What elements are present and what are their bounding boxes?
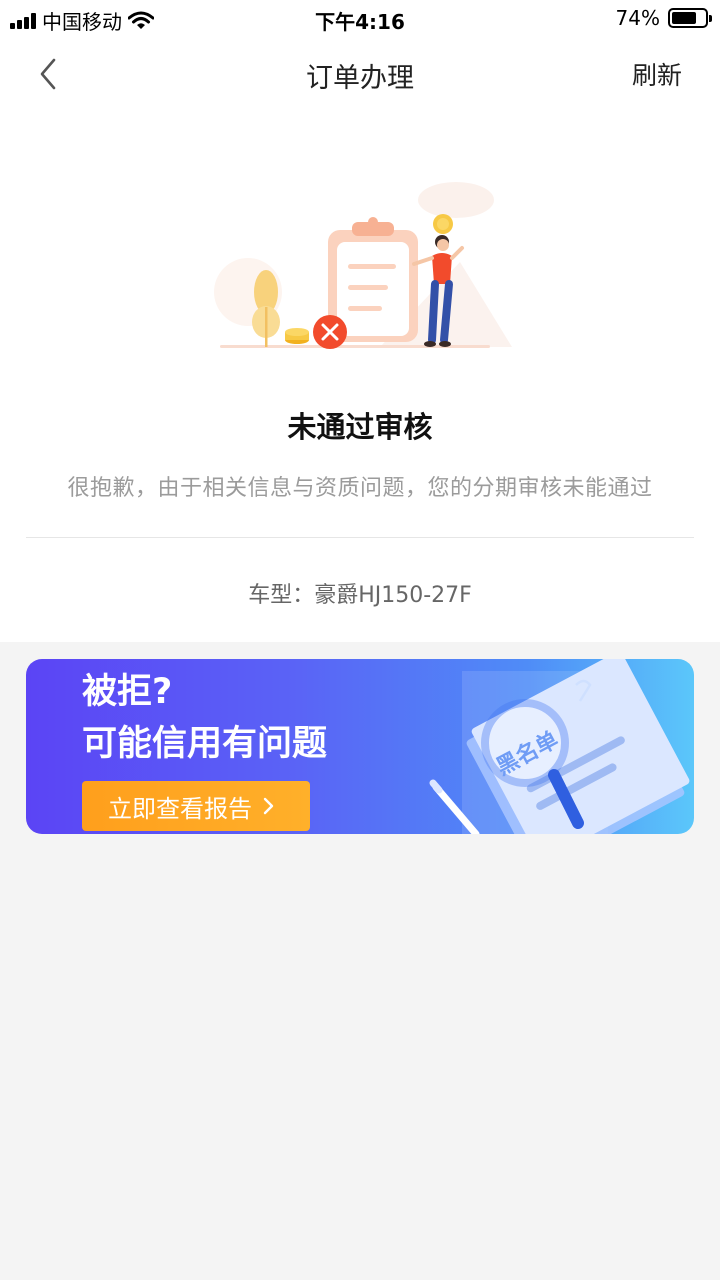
view-report-label: 立即查看报告 xyxy=(108,794,252,823)
view-report-button[interactable]: 立即查看报告 xyxy=(82,781,310,831)
result-title: 未通过审核 xyxy=(287,410,433,444)
chevron-right-icon xyxy=(263,797,274,815)
order-page: 中国移动 下午4:16 74% 订单办理 刷新 未通过审核 很抱歉，由于相关信息… xyxy=(0,0,720,1280)
result-description: 很抱歉，由于相关信息与资质问题，您的分期审核未能通过 xyxy=(67,476,653,501)
credit-report-banner[interactable]: 被拒? 可能信用有问题 立即查看报告 黑名单 xyxy=(26,659,694,834)
status-time: 下午4:16 xyxy=(315,10,405,34)
banner-headline: 被拒? xyxy=(82,672,173,712)
refresh-button[interactable]: 刷新 xyxy=(632,56,682,92)
page-title: 订单办理 xyxy=(306,63,414,94)
nav-bar: 订单办理 刷新 xyxy=(0,36,720,112)
divider xyxy=(26,537,694,538)
battery-percent: 74% xyxy=(615,6,660,30)
vehicle-model: 车型：豪爵HJ150-27F xyxy=(248,583,472,608)
result-card: 未通过审核 很抱歉，由于相关信息与资质问题，您的分期审核未能通过 车型：豪爵HJ… xyxy=(0,112,720,642)
blacklist-magnifier-illustration: 黑名单 xyxy=(429,659,690,834)
review-failed-illustration xyxy=(214,182,512,349)
status-bar: 中国移动 下午4:16 74% xyxy=(0,0,720,36)
battery-icon xyxy=(668,8,712,28)
status-right: 74% xyxy=(615,6,712,30)
banner-subheadline: 可能信用有问题 xyxy=(82,724,328,764)
